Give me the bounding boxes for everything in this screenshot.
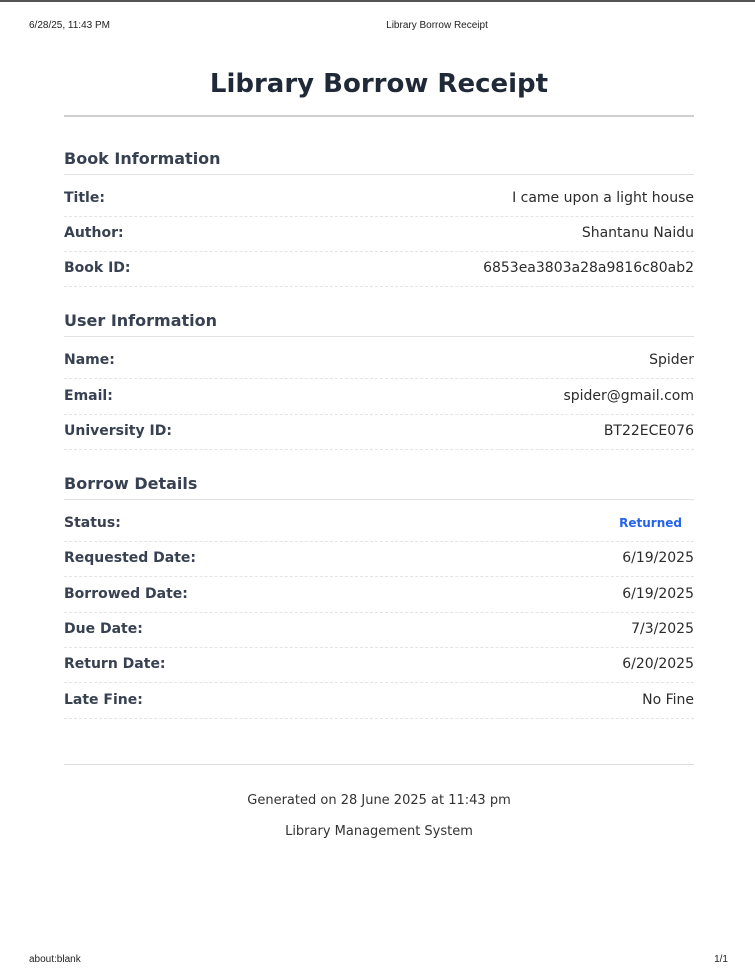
due-date-label: Due Date: (64, 621, 143, 637)
status-badge: Returned (619, 516, 682, 530)
requested-date-label: Requested Date: (64, 550, 197, 566)
due-date-value: 7/3/2025 (631, 621, 694, 637)
footer-divider (64, 764, 694, 765)
borrowed-date-label: Borrowed Date: (64, 586, 188, 602)
university-id-label: University ID: (64, 423, 172, 439)
section-heading-borrow-details: Borrow Details (64, 473, 694, 500)
row-book-id: Book ID: 6853ea3803a28a9816c80ab2 (64, 252, 694, 287)
title-divider (64, 115, 694, 117)
user-name-label: Name: (64, 352, 115, 368)
book-author-label: Author: (64, 225, 124, 241)
row-late-fine: Late Fine: No Fine (64, 684, 694, 719)
late-fine-label: Late Fine: (64, 692, 143, 708)
book-author-value: Shantanu Naidu (581, 225, 694, 241)
row-user-email: Email: spider@gmail.com (64, 380, 694, 415)
university-id-value: BT22ECE076 (603, 423, 694, 439)
book-id-label: Book ID: (64, 260, 131, 276)
return-date-label: Return Date: (64, 656, 166, 672)
borrowed-date-value: 6/19/2025 (622, 586, 694, 602)
row-university-id: University ID: BT22ECE076 (64, 415, 694, 450)
requested-date-value: 6/19/2025 (622, 550, 694, 566)
page-title: Library Borrow Receipt (209, 69, 549, 99)
user-name-value: Spider (649, 352, 694, 368)
row-due-date: Due Date: 7/3/2025 (64, 613, 694, 648)
print-footer-url: about:blank (29, 954, 81, 965)
late-fine-value: No Fine (642, 692, 694, 708)
row-status: Status: Returned (64, 507, 694, 542)
generated-timestamp: Generated on 28 June 2025 at 11:43 pm (247, 793, 511, 808)
return-date-value: 6/20/2025 (622, 656, 694, 672)
section-heading-book-information: Book Information (64, 148, 694, 175)
print-footer-page-number: 1/1 (714, 954, 728, 965)
row-borrowed-date: Borrowed Date: 6/19/2025 (64, 578, 694, 613)
page-top-border (0, 0, 755, 2)
section-heading-user-information: User Information (64, 310, 694, 337)
system-name: Library Management System (285, 824, 473, 839)
row-book-title: Title: I came upon a light house (64, 182, 694, 217)
status-label: Status: (64, 515, 121, 531)
book-id-value: 6853ea3803a28a9816c80ab2 (483, 260, 694, 276)
row-book-author: Author: Shantanu Naidu (64, 217, 694, 252)
row-return-date: Return Date: 6/20/2025 (64, 648, 694, 683)
book-title-label: Title: (64, 190, 105, 206)
row-user-name: Name: Spider (64, 344, 694, 379)
user-email-value: spider@gmail.com (563, 388, 694, 404)
user-email-label: Email: (64, 388, 113, 404)
book-title-value: I came upon a light house (512, 190, 694, 206)
print-header-title: Library Borrow Receipt (386, 20, 488, 31)
row-requested-date: Requested Date: 6/19/2025 (64, 542, 694, 577)
